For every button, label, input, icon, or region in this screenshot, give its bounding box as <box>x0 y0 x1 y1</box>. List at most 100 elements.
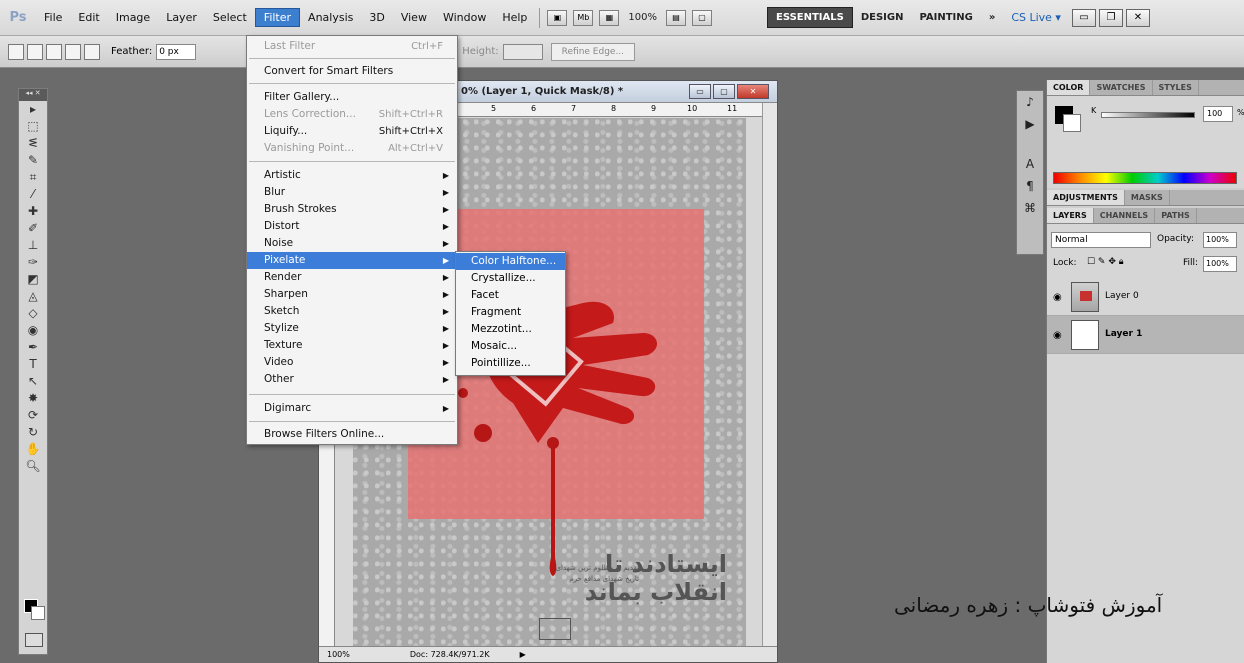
minimize-icon[interactable]: ▭ <box>1071 8 1096 27</box>
menu-item-pixelate[interactable]: Pixelate ▶ <box>247 252 457 269</box>
intersect-selection-icon[interactable] <box>84 43 100 60</box>
menu-image[interactable]: Image <box>108 9 158 26</box>
submenu-item-fragment[interactable]: Fragment <box>456 304 565 321</box>
quick-selection-tool-icon[interactable]: ✎ <box>19 152 47 169</box>
workspace-essentials[interactable]: ESSENTIALS <box>767 7 853 28</box>
status-zoom[interactable]: 100% <box>327 647 350 662</box>
history-brush-tool-icon[interactable]: ✑ <box>19 254 47 271</box>
type-tool-icon[interactable]: T <box>19 356 47 373</box>
opacity-input[interactable]: 100% <box>1203 232 1237 248</box>
blur-tool-icon[interactable]: ◇ <box>19 305 47 322</box>
bridge-button[interactable]: ▣ <box>547 9 568 26</box>
doc-minimize-icon[interactable]: ▭ <box>689 84 711 99</box>
height-input[interactable] <box>502 43 543 60</box>
tab-adjustments[interactable]: ADJUSTMENTS <box>1047 190 1125 205</box>
blend-mode-select[interactable]: Normal <box>1051 232 1151 248</box>
menu-item-brush-strokes[interactable]: Brush Strokes ▶ <box>247 201 457 218</box>
menu-item-sharpen[interactable]: Sharpen ▶ <box>247 286 457 303</box>
menu-item-video[interactable]: Video ▶ <box>247 354 457 371</box>
shape-tool-icon[interactable]: ✸ <box>19 390 47 407</box>
zoom-level-menu[interactable]: 100% <box>628 12 657 23</box>
k-channel-input[interactable]: 100 <box>1203 106 1233 122</box>
menu-item-vanishing-point[interactable]: Vanishing Point... Alt+Ctrl+V <box>247 140 457 157</box>
move-tool-icon[interactable]: ▸ <box>19 101 47 118</box>
character-panel-icon[interactable]: A <box>1017 153 1043 175</box>
more-workspaces-button[interactable]: » <box>981 8 1003 27</box>
menu-item-artistic[interactable]: Artistic ▶ <box>247 167 457 184</box>
menu-filter[interactable]: Filter <box>254 8 301 27</box>
layer-row[interactable]: ◉ Layer 0 <box>1047 278 1244 316</box>
menu-item-distort[interactable]: Distort ▶ <box>247 218 457 235</box>
refine-edge-button[interactable]: Refine Edge... <box>550 42 636 61</box>
menu-item-convert-smart-filters[interactable]: Convert for Smart Filters <box>247 63 457 80</box>
menu-layer[interactable]: Layer <box>158 9 205 26</box>
tab-styles[interactable]: STYLES <box>1153 80 1199 95</box>
marquee-tool-icon[interactable]: ⬚ <box>19 118 47 135</box>
menu-select[interactable]: Select <box>205 9 255 26</box>
eye-icon[interactable]: ◉ <box>1053 292 1062 303</box>
menu-3d[interactable]: 3D <box>361 9 392 26</box>
healing-brush-tool-icon[interactable]: ✚ <box>19 203 47 220</box>
menu-item-sketch[interactable]: Sketch ▶ <box>247 303 457 320</box>
view-extras-button[interactable]: ▦ <box>599 9 620 26</box>
fill-input[interactable]: 100% <box>1203 256 1237 272</box>
cs-live-menu[interactable]: CS Live ▾ <box>1003 9 1069 26</box>
layer-row[interactable]: ◉ Layer 1 <box>1047 316 1244 354</box>
lasso-tool-icon[interactable]: ᓬ <box>19 135 47 152</box>
doc-close-icon[interactable]: ✕ <box>737 84 769 99</box>
tools-panel-header[interactable]: ◂◂ ✕ <box>19 89 47 101</box>
color-spectrum-bar[interactable] <box>1053 172 1237 184</box>
3d-rotate-tool-icon[interactable]: ⟳ <box>19 407 47 424</box>
submenu-item-mezzotint[interactable]: Mezzotint... <box>456 321 565 338</box>
menu-help[interactable]: Help <box>494 9 535 26</box>
3d-orbit-tool-icon[interactable]: ↻ <box>19 424 47 441</box>
background-color-swatch[interactable] <box>31 606 45 620</box>
subtract-selection-icon[interactable] <box>65 43 81 60</box>
feather-input[interactable]: 0 px <box>156 43 197 60</box>
menu-edit[interactable]: Edit <box>70 9 107 26</box>
pen-tool-icon[interactable]: ✒ <box>19 339 47 356</box>
eyedropper-tool-icon[interactable]: ⁄ <box>19 186 47 203</box>
menu-item-liquify[interactable]: Liquify... Shift+Ctrl+X <box>247 123 457 140</box>
submenu-item-color-halftone[interactable]: Color Halftone... <box>456 253 565 270</box>
menu-view[interactable]: View <box>393 9 435 26</box>
k-channel-slider[interactable] <box>1101 112 1195 118</box>
mini-bridge-button[interactable]: Mb <box>573 9 594 26</box>
screen-mode-button[interactable]: ▢ <box>692 9 712 26</box>
actions-panel-icon[interactable]: ▶ <box>1017 113 1043 135</box>
menu-item-texture[interactable]: Texture ▶ <box>247 337 457 354</box>
menu-item-other[interactable]: Other ▶ <box>247 371 457 388</box>
restore-icon[interactable]: ❐ <box>1098 8 1123 27</box>
brush-tool-icon[interactable]: ✐ <box>19 220 47 237</box>
menu-item-noise[interactable]: Noise ▶ <box>247 235 457 252</box>
add-selection-icon[interactable] <box>46 43 62 60</box>
quick-mask-button[interactable] <box>25 633 43 647</box>
submenu-item-facet[interactable]: Facet <box>456 287 565 304</box>
menu-item-lens-correction[interactable]: Lens Correction... Shift+Ctrl+R <box>247 106 457 123</box>
doc-maximize-icon[interactable]: ▢ <box>713 84 735 99</box>
vertical-scrollbar[interactable] <box>762 103 777 648</box>
lock-icons[interactable]: ☐ ✎ ✥ 🔒︎ <box>1087 257 1124 267</box>
submenu-item-pointillize[interactable]: Pointillize... <box>456 355 565 372</box>
tool-presets-icon[interactable]: ⌘ <box>1017 197 1043 219</box>
dodge-tool-icon[interactable]: ◉ <box>19 322 47 339</box>
tab-swatches[interactable]: SWATCHES <box>1090 80 1153 95</box>
clone-stamp-tool-icon[interactable]: ⊥ <box>19 237 47 254</box>
menu-item-last-filter[interactable]: Last Filter Ctrl+F <box>247 38 457 55</box>
paragraph-panel-icon[interactable]: ¶ <box>1017 175 1043 197</box>
status-doc-size[interactable]: Doc: 728.4K/971.2K <box>410 647 490 662</box>
menu-file[interactable]: File <box>36 9 70 26</box>
crop-tool-icon[interactable]: ⌗ <box>19 169 47 186</box>
menu-item-render[interactable]: Render ▶ <box>247 269 457 286</box>
panel-background-swatch[interactable] <box>1063 114 1081 132</box>
marquee-tool-preset-icon[interactable] <box>8 43 24 60</box>
menu-item-stylize[interactable]: Stylize ▶ <box>247 320 457 337</box>
menu-item-filter-gallery[interactable]: Filter Gallery... <box>247 89 457 106</box>
tab-paths[interactable]: PATHS <box>1155 208 1197 223</box>
submenu-item-crystallize[interactable]: Crystallize... <box>456 270 565 287</box>
history-panel-icon[interactable]: ♪ <box>1017 91 1043 113</box>
workspace-painting[interactable]: PAINTING <box>911 8 980 27</box>
status-arrow-icon[interactable]: ▶ <box>520 647 526 662</box>
arrange-documents-button[interactable]: ▤ <box>666 9 686 26</box>
menu-item-blur[interactable]: Blur ▶ <box>247 184 457 201</box>
